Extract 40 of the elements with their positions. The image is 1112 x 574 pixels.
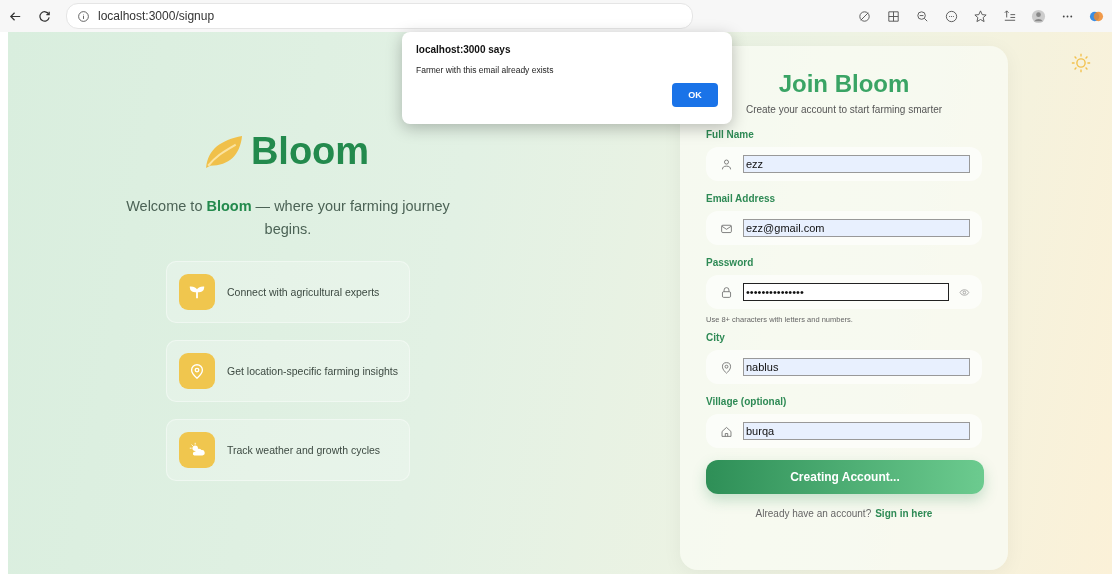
input-field[interactable]: ezz [743, 155, 970, 173]
brand-name: Bloom [250, 130, 370, 173]
url-text: localhost:3000/signup [98, 9, 215, 23]
tracking-icon[interactable] [857, 8, 872, 24]
alert-title: localhost:3000 says [416, 44, 512, 55]
info-icon[interactable] [77, 9, 90, 23]
input-field[interactable]: ••••••••••••••• [743, 283, 950, 301]
sign-in-link[interactable]: Sign in here [875, 508, 933, 519]
field-label: Full Name [706, 129, 755, 140]
location-pin-icon [720, 360, 733, 374]
home-icon [720, 424, 733, 438]
input-field[interactable]: burqa [743, 422, 970, 440]
alert-message: Farmer with this email already exists [416, 65, 555, 75]
address-bar[interactable]: localhost:3000/signup [66, 3, 693, 29]
user-icon [720, 157, 733, 171]
location-pin-icon [179, 353, 215, 389]
favorites-icon[interactable] [1002, 8, 1017, 24]
ok-button[interactable]: OK [672, 83, 718, 107]
input-field[interactable]: ezz@gmail.com [743, 219, 970, 237]
star-icon[interactable] [973, 8, 988, 24]
field-label: Password [706, 257, 755, 268]
lock-icon [720, 285, 733, 299]
sun-cloud-icon [179, 432, 215, 468]
field-label: Village (optional) [706, 396, 788, 407]
form-subtitle: Create your account to start farming smarter [744, 104, 944, 115]
reload-icon[interactable] [37, 8, 52, 24]
form-title: Join Bloom [777, 70, 911, 98]
profile-icon[interactable] [1031, 8, 1046, 24]
field-label: Email Address [706, 193, 777, 204]
feature-text: Connect with agricultural experts [227, 286, 380, 298]
footer-text: Already have an account? [755, 508, 872, 519]
grid-icon[interactable] [886, 8, 901, 24]
zoom-icon[interactable] [915, 8, 930, 24]
welcome-text: Welcome to Bloom — where your farming journey begins. [125, 197, 451, 239]
input-field[interactable]: nablus [743, 358, 970, 376]
field-label: City [706, 332, 726, 343]
feature-text: Track weather and growth cycles [227, 444, 381, 456]
feature-text: Get location-specific farming insights [227, 365, 398, 377]
more-circle-icon[interactable] [944, 8, 959, 24]
sprout-icon [179, 274, 215, 310]
